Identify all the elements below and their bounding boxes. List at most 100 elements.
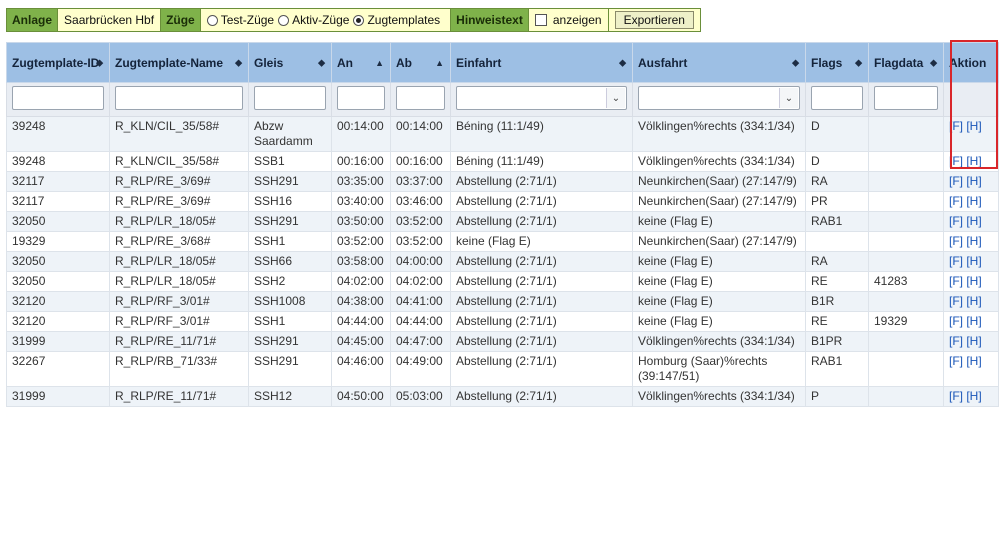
action-f-link[interactable]: [F]	[949, 334, 963, 348]
column-header[interactable]: Zugtemplate-ID ◆	[6, 42, 110, 83]
table-cell: 04:41:00	[390, 291, 451, 312]
action-h-link[interactable]: [H]	[966, 119, 981, 133]
action-f-link[interactable]: [F]	[949, 214, 963, 228]
column-header[interactable]: An ▲	[331, 42, 391, 83]
anlage-value[interactable]: Saarbrücken Hbf	[58, 9, 162, 31]
table-cell: Abstellung (2:71/1)	[450, 386, 633, 407]
sort-icon[interactable]: ▲	[435, 58, 444, 68]
table-cell: Abstellung (2:71/1)	[450, 331, 633, 352]
action-h-link[interactable]: [H]	[966, 354, 981, 368]
filter-id	[6, 82, 110, 117]
table-cell: PR	[805, 191, 869, 212]
aktion-cell: [F] [H]	[943, 386, 999, 407]
table-cell	[868, 211, 944, 232]
filter-ab-input[interactable]	[396, 86, 445, 110]
table-cell: 04:44:00	[331, 311, 391, 332]
table-cell: 31999	[6, 331, 110, 352]
column-header[interactable]: Ab ▲	[390, 42, 451, 83]
table-cell: SSH2	[248, 271, 332, 292]
chevron-down-icon[interactable]: ⌄	[606, 88, 625, 108]
sort-icon[interactable]: ◆	[318, 57, 325, 68]
table-cell	[868, 116, 944, 152]
sort-icon[interactable]: ◆	[619, 57, 626, 68]
column-header[interactable]: Gleis ◆	[248, 42, 332, 83]
table-cell: 00:16:00	[331, 151, 391, 172]
action-h-link[interactable]: [H]	[966, 274, 981, 288]
table-cell: 31999	[6, 386, 110, 407]
sort-icon[interactable]: ◆	[930, 57, 937, 68]
table-cell: keine (Flag E)	[632, 211, 806, 232]
action-h-link[interactable]: [H]	[966, 174, 981, 188]
column-header[interactable]: Aktion	[943, 42, 999, 83]
column-header-label: Flags	[811, 55, 843, 70]
table-cell: SSB1	[248, 151, 332, 172]
action-f-link[interactable]: [F]	[949, 294, 963, 308]
action-f-link[interactable]: [F]	[949, 119, 963, 133]
filter-id-input[interactable]	[12, 86, 104, 110]
sort-icon[interactable]: ◆	[855, 57, 862, 68]
table-cell: Neunkirchen(Saar) (27:147/9)	[632, 231, 806, 252]
zuege-radio-option[interactable]: Test-Züge	[206, 13, 274, 27]
table-cell: 03:40:00	[331, 191, 391, 212]
sort-icon[interactable]: ▲	[375, 58, 384, 68]
zuege-radio-option[interactable]: Aktiv-Züge	[278, 13, 349, 27]
export-button[interactable]: Exportieren	[614, 11, 694, 29]
zugtemplate-table-wrapper: Zugtemplate-ID ◆ Zugtemplate-Name ◆ Gleis ◆ An…	[6, 42, 999, 407]
table-cell: 39248	[6, 116, 110, 152]
filter-gleis-input[interactable]	[254, 86, 326, 110]
action-f-link[interactable]: [F]	[949, 194, 963, 208]
radio-button[interactable]	[206, 14, 218, 26]
zuege-radio-option[interactable]: Zugtemplates	[353, 13, 440, 27]
action-h-link[interactable]: [H]	[966, 314, 981, 328]
column-header[interactable]: Flags ◆	[805, 42, 869, 83]
table-cell: SSH66	[248, 251, 332, 272]
sort-icon[interactable]: ◆	[235, 57, 242, 68]
sort-icon[interactable]: ◆	[792, 57, 799, 68]
action-h-link[interactable]: [H]	[966, 254, 981, 268]
action-h-link[interactable]: [H]	[966, 389, 981, 403]
radio-button[interactable]	[353, 14, 365, 26]
table-cell: 04:38:00	[331, 291, 391, 312]
table-cell: P	[805, 386, 869, 407]
hinweis-checkbox-cell[interactable]: anzeigen	[528, 9, 609, 31]
aktion-cell: [F] [H]	[943, 231, 999, 252]
action-f-link[interactable]: [F]	[949, 274, 963, 288]
action-h-link[interactable]: [H]	[966, 234, 981, 248]
sort-icon[interactable]: ◆	[96, 57, 103, 68]
column-header[interactable]: Zugtemplate-Name ◆	[109, 42, 249, 83]
table-cell: SSH1	[248, 311, 332, 332]
action-h-link[interactable]: [H]	[966, 334, 981, 348]
action-f-link[interactable]: [F]	[949, 314, 963, 328]
action-f-link[interactable]: [F]	[949, 234, 963, 248]
filter-name-input[interactable]	[115, 86, 243, 110]
filter-einfahrt-select[interactable]: ⌄	[456, 86, 627, 110]
table-cell: SSH291	[248, 331, 332, 352]
hinweis-checkbox[interactable]	[534, 14, 547, 26]
filter-flags-input[interactable]	[811, 86, 863, 110]
radio-button[interactable]	[278, 14, 290, 26]
action-h-link[interactable]: [H]	[966, 194, 981, 208]
filter-an-input[interactable]	[337, 86, 385, 110]
action-f-link[interactable]: [F]	[949, 354, 963, 368]
filter-ausfahrt-select[interactable]: ⌄	[638, 86, 800, 110]
column-header[interactable]: Flagdata ◆	[868, 42, 944, 83]
table-cell: Homburg (Saar)%rechts (39:147/51)	[632, 351, 806, 387]
action-h-link[interactable]: [H]	[966, 214, 981, 228]
table-cell: Abstellung (2:71/1)	[450, 291, 633, 312]
action-h-link[interactable]: [H]	[966, 154, 981, 168]
hinweis-checkbox-label: anzeigen	[552, 13, 602, 27]
table-cell: 00:14:00	[390, 116, 451, 152]
column-header[interactable]: Einfahrt ◆	[450, 42, 633, 83]
table-row: 39248 R_KLN/CIL_35/58# SSB1 00:16:00 00:16:0…	[6, 151, 999, 172]
filter-flagdata-input[interactable]	[874, 86, 938, 110]
action-f-link[interactable]: [F]	[949, 154, 963, 168]
chevron-down-icon[interactable]: ⌄	[779, 88, 798, 108]
table-body: 39248 R_KLN/CIL_35/58# Abzw Saardamm 00:14:…	[6, 116, 999, 407]
action-f-link[interactable]: [F]	[949, 174, 963, 188]
aktion-cell: [F] [H]	[943, 171, 999, 192]
action-h-link[interactable]: [H]	[966, 294, 981, 308]
column-header[interactable]: Ausfahrt ◆	[632, 42, 806, 83]
action-f-link[interactable]: [F]	[949, 254, 963, 268]
table-cell: 32050	[6, 251, 110, 272]
action-f-link[interactable]: [F]	[949, 389, 963, 403]
